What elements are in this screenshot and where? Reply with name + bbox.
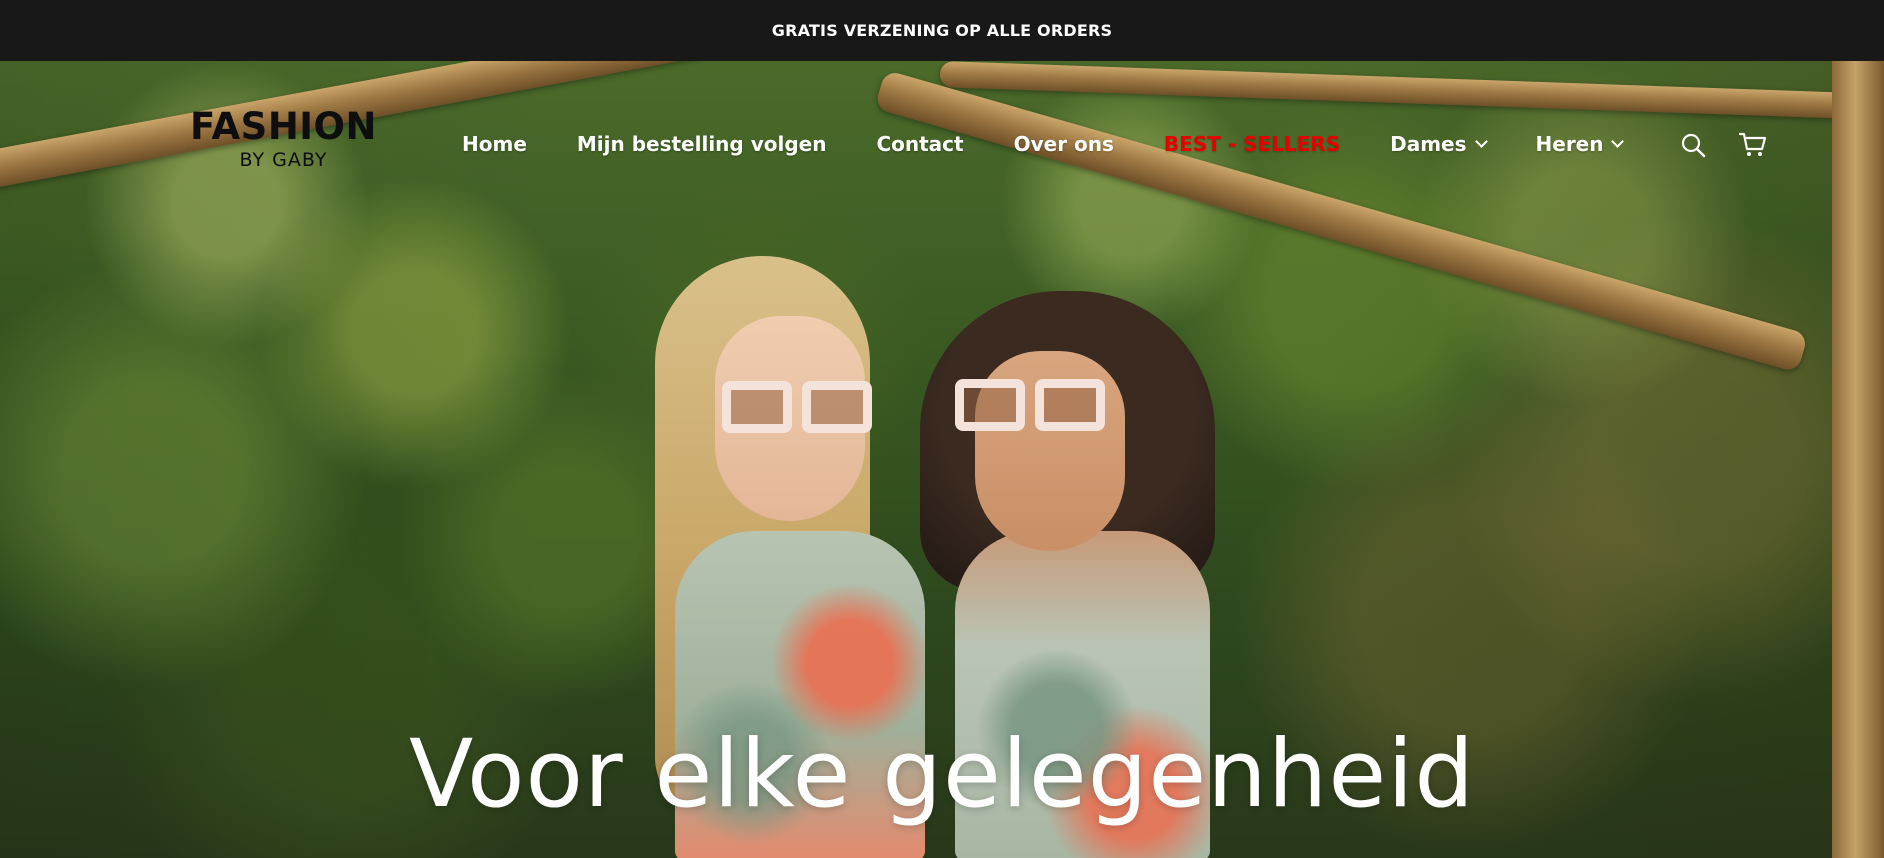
nav-item-label: Dames — [1390, 132, 1467, 156]
model-right-sunglasses — [955, 379, 1105, 434]
search-icon[interactable] — [1678, 130, 1708, 160]
logo-sub-text: BY GABY — [239, 149, 328, 171]
nav-item-label: Mijn bestelling volgen — [576, 132, 827, 156]
cart-icon[interactable] — [1738, 130, 1768, 160]
model-left-sunglasses — [722, 381, 872, 436]
nav-item-track-order[interactable]: Mijn bestelling volgen — [577, 132, 827, 156]
chevron-down-icon — [1474, 135, 1488, 148]
nav-item-label: BEST - SELLERS — [1163, 132, 1341, 156]
site-logo[interactable]: FASHION BY GABY — [190, 108, 377, 170]
nav-item-label: Home — [462, 132, 527, 156]
nav-item-label: Contact — [876, 132, 964, 156]
announcement-text: GRATIS VERZENING OP ALLE ORDERS — [771, 21, 1113, 40]
hero-headline: Voor elke gelegenheid — [408, 720, 1475, 829]
main-navigation: Home Mijn bestelling volgen Contact Over… — [462, 128, 1672, 160]
nav-item-contact[interactable]: Contact — [876, 132, 963, 156]
header-icons — [1678, 130, 1768, 160]
nav-item-best-sellers[interactable]: BEST - SELLERS — [1164, 132, 1340, 156]
nav-item-women[interactable]: Dames — [1390, 132, 1488, 156]
chevron-down-icon — [1611, 135, 1625, 148]
nav-item-label: Heren — [1535, 132, 1604, 156]
nav-item-label: Over ons — [1013, 132, 1114, 156]
announcement-bar: GRATIS VERZENING OP ALLE ORDERS — [0, 0, 1884, 61]
logo-main-text: FASHION — [190, 105, 377, 148]
nav-item-home[interactable]: Home — [462, 132, 527, 156]
nav-item-men[interactable]: Heren — [1535, 132, 1625, 156]
nav-item-about[interactable]: Over ons — [1014, 132, 1114, 156]
